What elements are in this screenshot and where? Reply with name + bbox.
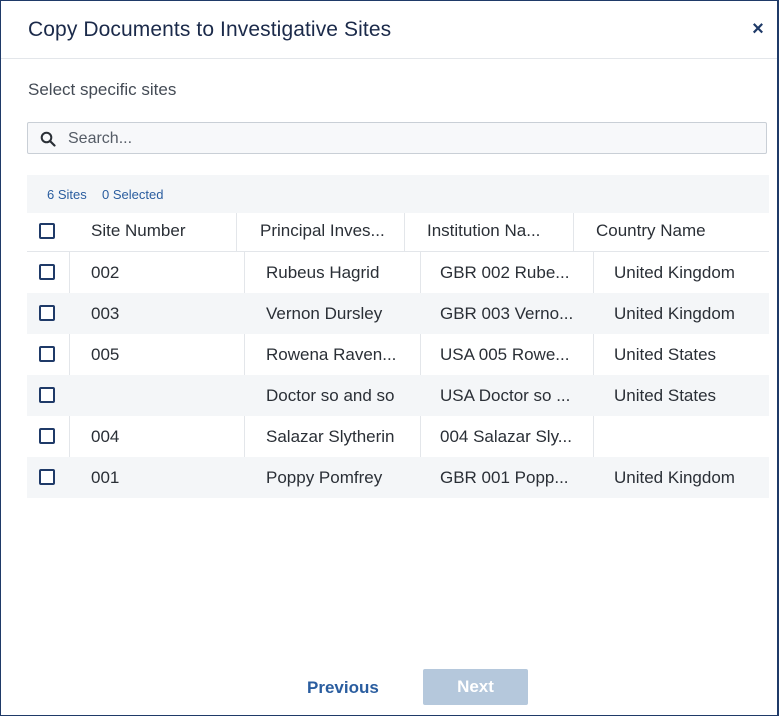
row-checkbox[interactable] (39, 387, 55, 403)
table-row[interactable]: 001 Poppy Pomfrey GBR 001 Popp... United… (27, 457, 769, 498)
table-row[interactable]: 002 Rubeus Hagrid GBR 002 Rube... United… (27, 252, 769, 293)
country-cell: United States (614, 345, 717, 364)
institution-cell: 004 Salazar Sly... (440, 427, 572, 446)
institution-cell: GBR 002 Rube... (440, 263, 570, 282)
select-all-checkbox[interactable] (39, 223, 55, 239)
principal-investigator-cell: Vernon Dursley (266, 304, 383, 323)
row-checkbox[interactable] (39, 305, 55, 321)
row-checkbox[interactable] (39, 428, 55, 444)
dialog-subtitle: Select specific sites (28, 80, 177, 99)
search-input[interactable] (66, 126, 760, 152)
site-number-cell: 005 (91, 345, 120, 364)
principal-investigator-cell: Rubeus Hagrid (266, 263, 380, 282)
column-header-site-number[interactable]: Site Number (91, 213, 185, 251)
site-count: 6 Sites (47, 187, 87, 202)
principal-investigator-cell: Salazar Slytherin (266, 427, 395, 446)
row-checkbox[interactable] (39, 264, 55, 280)
institution-cell: GBR 001 Popp... (440, 468, 569, 487)
next-button[interactable]: Next (423, 669, 528, 705)
search-icon (40, 131, 56, 147)
country-cell: United Kingdom (614, 468, 735, 487)
table-header: Site Number Principal Inves... Instituti… (27, 213, 769, 252)
principal-investigator-cell: Doctor so and so (266, 386, 395, 405)
row-checkbox[interactable] (39, 346, 55, 362)
column-header-principal-investigator[interactable]: Principal Inves... (236, 213, 385, 251)
previous-button[interactable]: Previous (307, 678, 379, 698)
country-cell: United States (614, 386, 717, 405)
table-body: 002 Rubeus Hagrid GBR 002 Rube... United… (27, 252, 769, 498)
principal-investigator-cell: Rowena Raven... (266, 345, 397, 364)
country-cell: United Kingdom (614, 263, 735, 282)
site-number-cell: 001 (91, 468, 120, 487)
principal-investigator-cell: Poppy Pomfrey (266, 468, 383, 487)
close-icon[interactable]: × (749, 18, 767, 40)
table-row[interactable]: 004 Salazar Slytherin 004 Salazar Sly... (27, 416, 769, 457)
dialog-footer: Previous Next (1, 669, 777, 705)
institution-cell: GBR 003 Verno... (440, 304, 574, 323)
site-number-cell: 004 (91, 427, 120, 446)
selected-count: 0 Selected (102, 187, 164, 202)
column-header-institution-name[interactable]: Institution Na... (404, 213, 540, 251)
site-number-cell: 002 (91, 263, 120, 282)
table-row[interactable]: 003 Vernon Dursley GBR 003 Verno... Unit… (27, 293, 769, 334)
sites-table: 6 Sites 0 Selected Site Number Principal… (27, 175, 769, 498)
site-number-cell: 003 (91, 304, 120, 323)
row-checkbox[interactable] (39, 469, 55, 485)
column-header-country-name[interactable]: Country Name (573, 213, 706, 251)
copy-documents-dialog: Copy Documents to Investigative Sites × … (0, 0, 779, 716)
country-cell: United Kingdom (614, 304, 735, 323)
search-box (27, 122, 767, 154)
table-row[interactable]: Doctor so and so USA Doctor so ... Unite… (27, 375, 769, 416)
dialog-title: Copy Documents to Investigative Sites (28, 18, 392, 41)
selection-summary: 6 Sites 0 Selected (27, 175, 769, 213)
institution-cell: USA 005 Rowe... (440, 345, 570, 364)
table-row[interactable]: 005 Rowena Raven... USA 005 Rowe... Unit… (27, 334, 769, 375)
dialog-header: Copy Documents to Investigative Sites × (1, 1, 777, 59)
institution-cell: USA Doctor so ... (440, 386, 571, 405)
